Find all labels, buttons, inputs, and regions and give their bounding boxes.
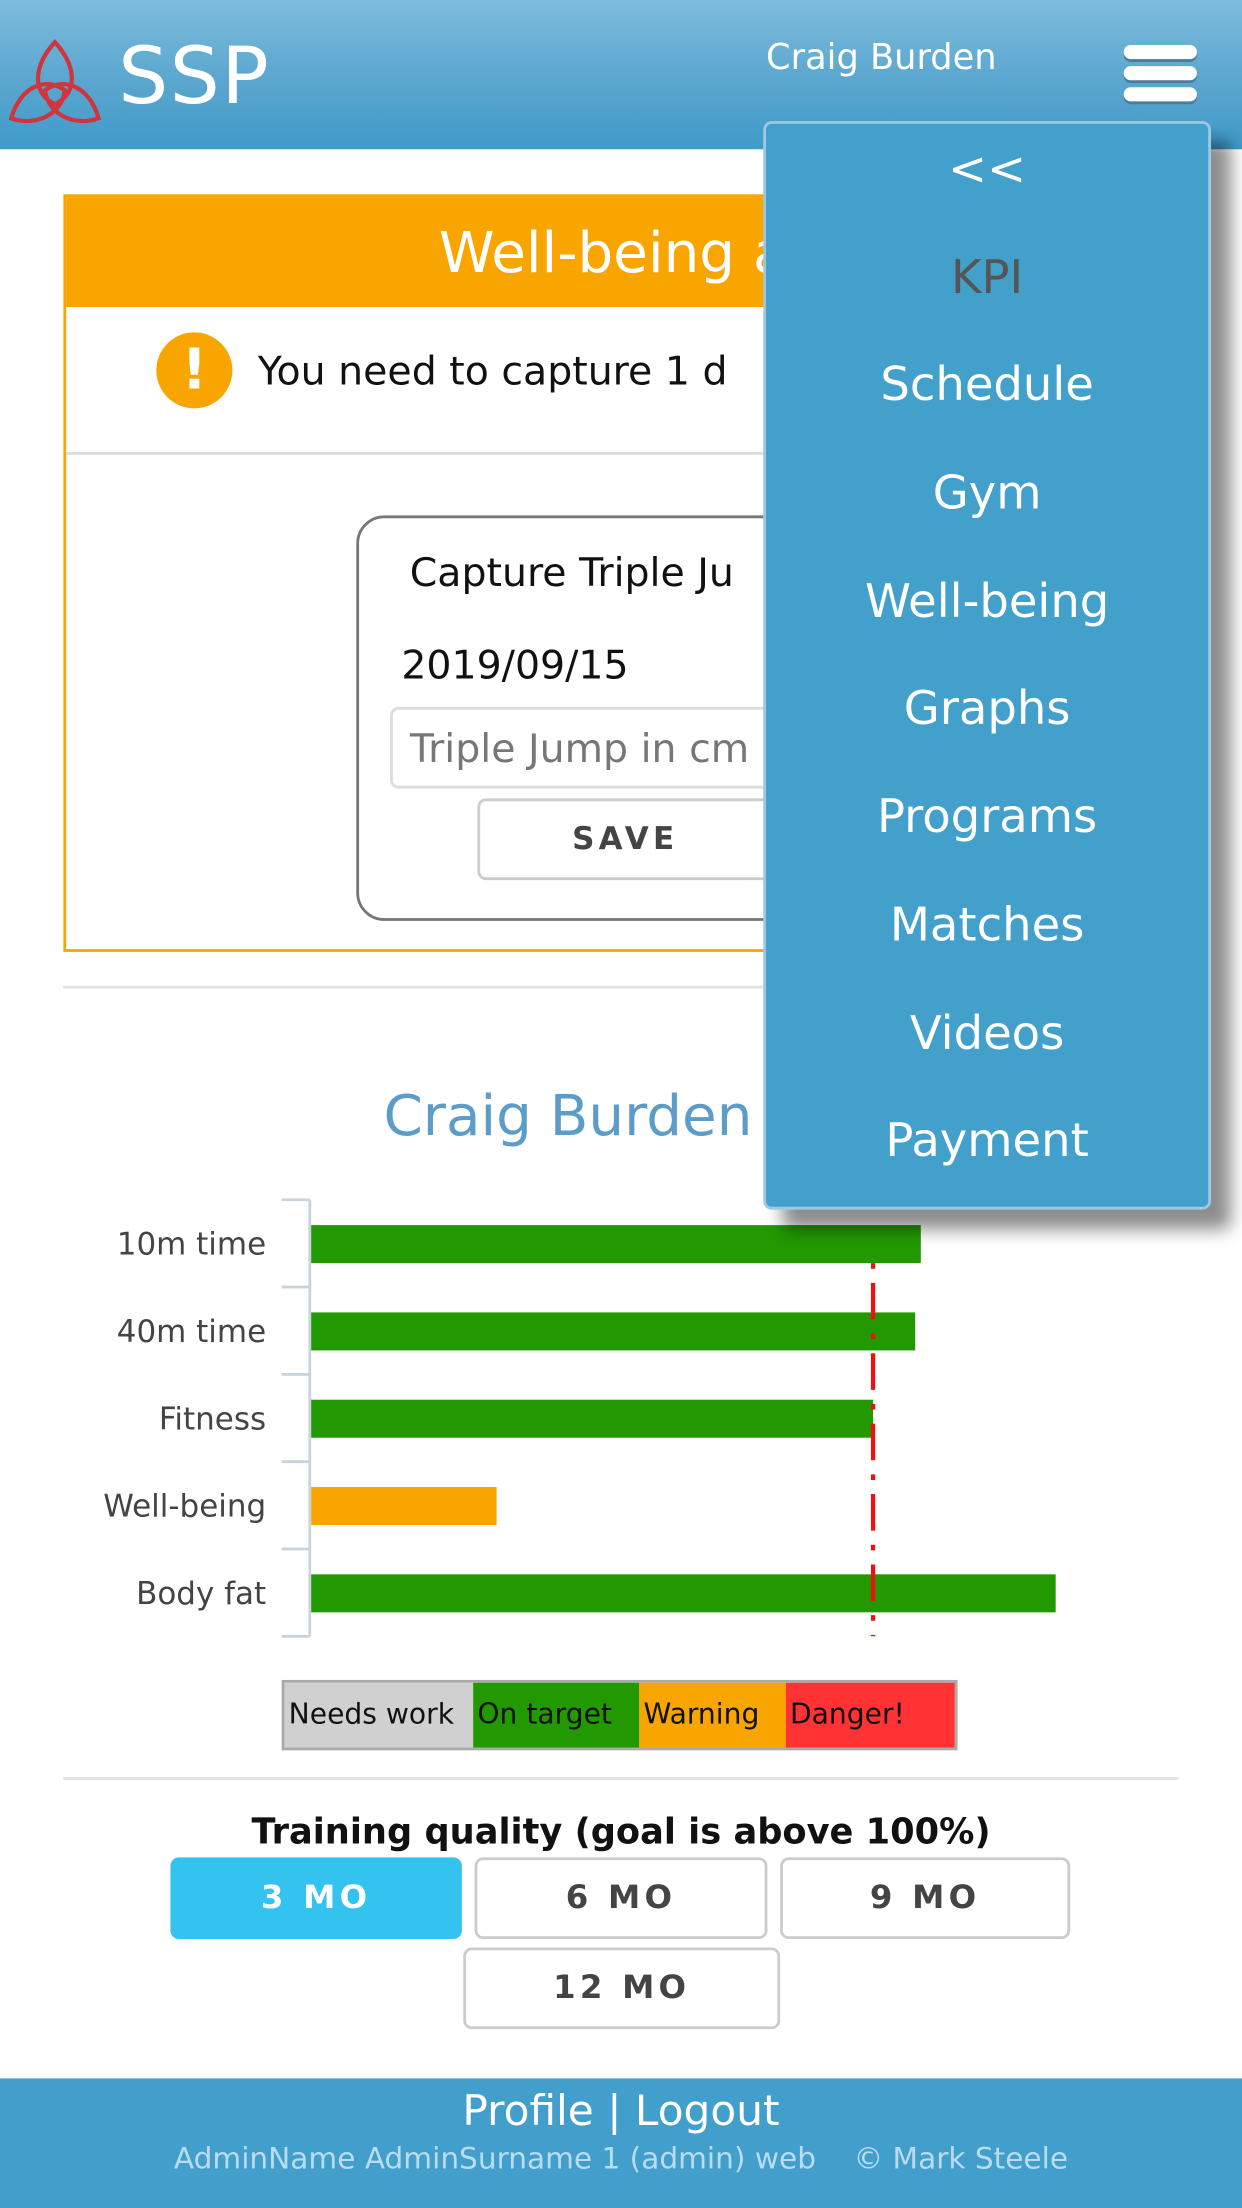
menu-item-graphs[interactable]: Graphs bbox=[766, 664, 1208, 772]
kpi-bar-chart: 10m time 40m time Fitness Well-being Body fa… bbox=[103, 1198, 1056, 1638]
menu-back-button[interactable]: << bbox=[766, 124, 1208, 232]
period-3mo-button[interactable]: 3 MO bbox=[170, 1857, 462, 1940]
ssp-logo-icon bbox=[8, 39, 102, 124]
capture-title: Capture Triple Ju bbox=[409, 549, 734, 596]
app: SSP Craig Burden Well-being al ! You nee… bbox=[0, 0, 1242, 2208]
brand-name: SSP bbox=[118, 30, 271, 123]
bar-body-fat bbox=[311, 1574, 1056, 1613]
legend-needs-work: Needs work bbox=[284, 1682, 474, 1748]
menu-item-schedule[interactable]: Schedule bbox=[766, 340, 1208, 448]
menu-item-well-being[interactable]: Well-being bbox=[766, 556, 1208, 664]
category-label: Well-being bbox=[103, 1489, 266, 1525]
category-label: Body fat bbox=[136, 1576, 266, 1612]
alert-message-row: ! You need to capture 1 d bbox=[156, 332, 728, 409]
legend-warning: Warning bbox=[639, 1682, 786, 1748]
category-label: 40m time bbox=[117, 1314, 266, 1350]
bar-40m-time bbox=[311, 1312, 916, 1351]
bar-10m-time bbox=[311, 1225, 921, 1264]
period-6mo-button[interactable]: 6 MO bbox=[474, 1857, 768, 1940]
admin-info: AdminName AdminSurname 1 (admin) web bbox=[173, 2141, 816, 2176]
footer: Profile | Logout AdminName AdminSurname … bbox=[0, 2078, 1242, 2208]
profile-link[interactable]: Profile bbox=[462, 2087, 593, 2136]
period-9mo-button[interactable]: 9 MO bbox=[780, 1857, 1071, 1940]
footer-info: AdminName AdminSurname 1 (admin) web © M… bbox=[0, 2142, 1242, 2176]
save-button[interactable]: SAVE bbox=[477, 798, 774, 881]
legend-danger: Danger! bbox=[785, 1682, 955, 1748]
bar-fitness bbox=[311, 1399, 874, 1438]
category-label: Fitness bbox=[159, 1401, 266, 1437]
hamburger-icon[interactable] bbox=[1123, 45, 1197, 104]
period-12mo-button[interactable]: 12 MO bbox=[463, 1947, 781, 2030]
category-label: 10m time bbox=[117, 1227, 266, 1263]
divider bbox=[63, 1777, 1179, 1780]
capture-date: 2019/09/15 bbox=[401, 642, 629, 689]
menu-item-matches[interactable]: Matches bbox=[766, 880, 1208, 988]
menu-item-payment[interactable]: Payment bbox=[766, 1096, 1208, 1204]
copyright: © Mark Steele bbox=[853, 2141, 1069, 2176]
separator: | bbox=[607, 2086, 622, 2137]
logout-link[interactable]: Logout bbox=[635, 2087, 780, 2136]
alert-message: You need to capture 1 d bbox=[257, 347, 728, 394]
menu-item-gym[interactable]: Gym bbox=[766, 448, 1208, 556]
bar-well-being bbox=[311, 1487, 497, 1526]
training-quality-title: Training quality (goal is above 100%) bbox=[251, 1810, 991, 1852]
menu-item-programs[interactable]: Programs bbox=[766, 772, 1208, 880]
nav-menu: << KPI Schedule Gym Well-being Graphs Programs… bbox=[763, 121, 1212, 1210]
footer-links: Profile | Logout bbox=[0, 2087, 1242, 2136]
menu-item-kpi[interactable]: KPI bbox=[766, 232, 1208, 340]
exclamation-icon: ! bbox=[156, 332, 233, 409]
legend-on-target: On target bbox=[473, 1682, 640, 1748]
menu-item-videos[interactable]: Videos bbox=[766, 988, 1208, 1096]
username[interactable]: Craig Burden bbox=[766, 37, 997, 78]
chart-legend: Needs work On target Warning Danger! bbox=[281, 1679, 958, 1751]
